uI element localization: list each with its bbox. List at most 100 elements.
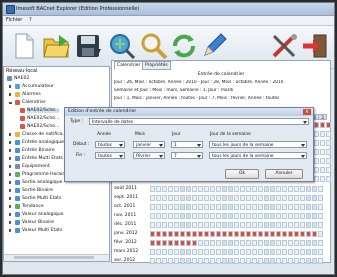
- tree-item-device[interactable]: NAE02: [4, 75, 109, 83]
- calendar-day-cell[interactable]: [318, 258, 323, 264]
- calendar-day-cell[interactable]: [300, 186, 305, 192]
- calendar-day-cell[interactable]: [186, 222, 191, 228]
- calendar-day-cell[interactable]: [180, 249, 185, 255]
- calendar-day-cell[interactable]: [168, 186, 173, 192]
- calendar-day-cell[interactable]: [270, 195, 275, 201]
- calendar-day-cell[interactable]: [150, 231, 155, 237]
- calendar-day-cell[interactable]: [320, 167, 325, 173]
- expand-icon[interactable]: [9, 157, 14, 160]
- tree-item[interactable]: Valeur analogique: [4, 211, 109, 219]
- calendar-day-cell[interactable]: [270, 213, 275, 219]
- calendar-day-cell[interactable]: [314, 167, 319, 173]
- new-file-icon[interactable]: [9, 31, 39, 61]
- calendar-day-cell[interactable]: [180, 195, 185, 201]
- calendar-day-cell[interactable]: [318, 240, 323, 246]
- calendar-day-cell[interactable]: [282, 222, 287, 228]
- calendar-day-cell[interactable]: [270, 249, 275, 255]
- calendar-day-cell[interactable]: [326, 158, 331, 164]
- calendar-day-cell[interactable]: [234, 249, 239, 255]
- calendar-day-cell[interactable]: [204, 222, 209, 228]
- calendar-day-cell[interactable]: [156, 186, 161, 192]
- calendar-day-cell[interactable]: [204, 186, 209, 192]
- calendar-day-cell[interactable]: [246, 258, 251, 264]
- calendar-day-cell[interactable]: [246, 240, 251, 246]
- calendar-day-cell[interactable]: [216, 240, 221, 246]
- calendar-day-cell[interactable]: [210, 222, 215, 228]
- calendar-day-cell[interactable]: [216, 231, 221, 237]
- calendar-day-cell[interactable]: [156, 204, 161, 210]
- calendar-day-cell[interactable]: [288, 186, 293, 192]
- start-day-select[interactable]: 1: [171, 141, 203, 148]
- calendar-day-cell[interactable]: [300, 195, 305, 201]
- calendar-day-cell[interactable]: [198, 231, 203, 237]
- calendar-day-cell[interactable]: [288, 222, 293, 228]
- calendar-day-cell[interactable]: [240, 222, 245, 228]
- calendar-day-cell[interactable]: [312, 231, 317, 237]
- calendar-day-cell[interactable]: [246, 249, 251, 255]
- calendar-day-cell[interactable]: [258, 222, 263, 228]
- calendar-day-cell[interactable]: [282, 231, 287, 237]
- ok-button[interactable]: Ok: [225, 169, 259, 179]
- calendar-day-cell[interactable]: [234, 258, 239, 264]
- calendar-day-cell[interactable]: [264, 186, 269, 192]
- cancel-button[interactable]: Annuler: [265, 169, 303, 179]
- calendar-day-cell[interactable]: [252, 213, 257, 219]
- calendar-day-cell[interactable]: [168, 258, 173, 264]
- calendar-day-cell[interactable]: [300, 204, 305, 210]
- calendar-day-cell[interactable]: [306, 222, 311, 228]
- calendar-day-cell[interactable]: [180, 222, 185, 228]
- end-year-select[interactable]: toutes: [95, 152, 125, 159]
- calendar-day-cell[interactable]: [276, 213, 281, 219]
- calendar-day-cell[interactable]: [192, 258, 197, 264]
- calendar-day-cell[interactable]: [162, 222, 167, 228]
- calendar-day-cell[interactable]: [252, 186, 257, 192]
- calendar-day-cell[interactable]: [168, 231, 173, 237]
- calendar-day-cell[interactable]: [282, 186, 287, 192]
- calendar-day-cell[interactable]: [234, 186, 239, 192]
- calendar-day-cell[interactable]: [210, 258, 215, 264]
- calendar-day-cell[interactable]: [204, 249, 209, 255]
- save-disk-icon[interactable]: [73, 31, 103, 61]
- end-day-select[interactable]: 7: [171, 152, 203, 159]
- calendar-day-cell[interactable]: [258, 249, 263, 255]
- calendar-day-cell[interactable]: [326, 167, 331, 173]
- tree-item[interactable]: Sortie Multi Etats: [4, 195, 109, 203]
- calendar-day-cell[interactable]: [228, 240, 233, 246]
- calendar-day-cell[interactable]: [264, 213, 269, 219]
- calendar-day-cell[interactable]: [294, 204, 299, 210]
- expand-icon[interactable]: [9, 149, 14, 152]
- calendar-day-cell[interactable]: [234, 231, 239, 237]
- calendar-day-cell[interactable]: [314, 158, 319, 164]
- calendar-day-cell[interactable]: [326, 140, 331, 146]
- end-weekday-select[interactable]: tous les jours de la semaine: [209, 152, 307, 159]
- calendar-day-cell[interactable]: [162, 213, 167, 219]
- calendar-day-cell[interactable]: [312, 222, 317, 228]
- calendar-day-cell[interactable]: [282, 258, 287, 264]
- calendar-day-cell[interactable]: [276, 186, 281, 192]
- scrollbar-thumb[interactable]: [14, 256, 94, 259]
- calendar-day-cell[interactable]: [192, 240, 197, 246]
- calendar-day-cell[interactable]: [246, 186, 251, 192]
- calendar-day-cell[interactable]: [288, 249, 293, 255]
- calendar-day-cell[interactable]: [228, 186, 233, 192]
- calendar-day-cell[interactable]: [294, 249, 299, 255]
- calendar-day-cell[interactable]: [168, 195, 173, 201]
- calendar-day-cell[interactable]: [180, 204, 185, 210]
- calendar-day-cell[interactable]: [228, 258, 233, 264]
- calendar-day-cell[interactable]: [264, 204, 269, 210]
- calendar-day-cell[interactable]: [300, 222, 305, 228]
- calendar-day-cell[interactable]: [314, 176, 319, 182]
- calendar-day-cell[interactable]: [276, 204, 281, 210]
- calendar-day-cell[interactable]: [222, 258, 227, 264]
- calendar-day-cell[interactable]: [276, 249, 281, 255]
- calendar-day-cell[interactable]: [222, 213, 227, 219]
- calendar-day-cell[interactable]: [228, 249, 233, 255]
- expand-icon[interactable]: [9, 197, 14, 200]
- calendar-day-cell[interactable]: [168, 249, 173, 255]
- calendar-day-cell[interactable]: [210, 186, 215, 192]
- calendar-day-cell[interactable]: [258, 240, 263, 246]
- calendar-day-cell[interactable]: [294, 240, 299, 246]
- calendar-day-cell[interactable]: [246, 204, 251, 210]
- calendar-day-cell[interactable]: [320, 131, 325, 137]
- tree-item[interactable]: Accumulateur: [4, 83, 109, 91]
